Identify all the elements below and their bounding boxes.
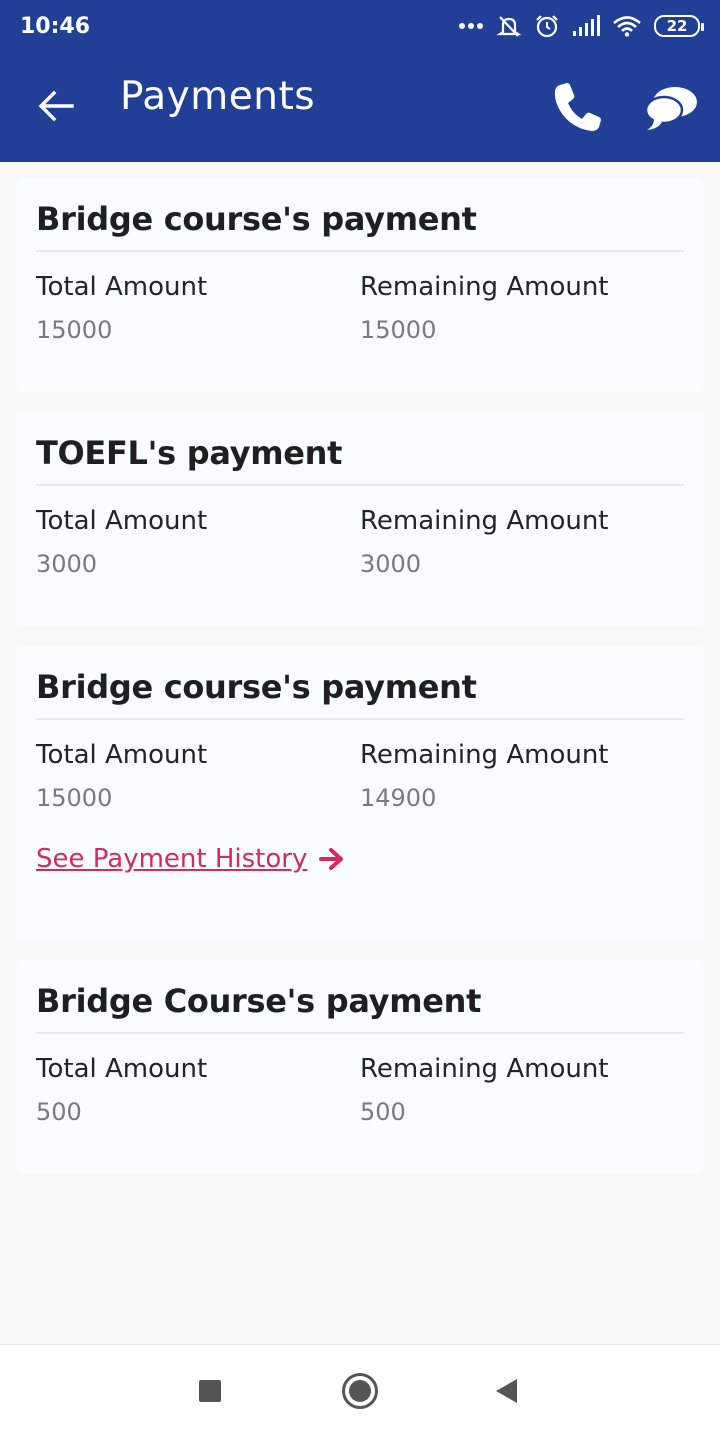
battery-icon: 22 [654, 15, 704, 37]
alarm-icon [536, 15, 558, 38]
chat-button[interactable] [644, 80, 700, 136]
total-amount-label: Total Amount [36, 1054, 208, 1084]
total-amount: Total Amount 15000 [36, 740, 360, 814]
amount-row: Total Amount 15000 Remaining Amount 1490… [36, 720, 684, 814]
remaining-amount-label: Remaining Amount [360, 1054, 609, 1084]
amount-row: Total Amount 3000 Remaining Amount 3000 [36, 486, 684, 580]
payment-card: Bridge course's payment Total Amount 150… [16, 646, 704, 940]
app-bar: 10:46 22 Payments [0, 0, 720, 162]
total-amount-label: Total Amount [36, 740, 208, 770]
see-payment-history-link[interactable]: See Payment History [36, 844, 345, 874]
amount-row: Total Amount 500 Remaining Amount 500 [36, 1034, 684, 1128]
remaining-amount-label: Remaining Amount [360, 272, 609, 302]
more-dots-icon [459, 23, 483, 29]
total-amount-value: 15000 [36, 316, 113, 344]
wifi-icon [613, 16, 641, 37]
page-title: Payments [120, 74, 316, 119]
payment-card: TOEFL's payment Total Amount 3000 Remain… [16, 412, 704, 626]
status-time: 10:46 [20, 13, 91, 39]
total-amount-value: 500 [36, 1098, 82, 1126]
recents-square-icon [199, 1380, 221, 1402]
status-bar: 10:46 22 [0, 0, 720, 52]
remaining-amount-label: Remaining Amount [360, 506, 609, 536]
remaining-amount: Remaining Amount 500 [360, 1054, 684, 1128]
total-amount-value: 3000 [36, 550, 98, 578]
recents-button[interactable] [190, 1371, 230, 1411]
home-button[interactable] [340, 1371, 380, 1411]
arrow-right-icon [319, 848, 344, 870]
payment-card: Bridge course's payment Total Amount 150… [16, 178, 704, 392]
call-button[interactable] [548, 80, 604, 136]
back-button[interactable] [36, 86, 76, 126]
signal-icon [573, 15, 600, 36]
mute-icon [496, 16, 522, 37]
system-nav-bar [0, 1344, 720, 1440]
remaining-amount: Remaining Amount 15000 [360, 272, 684, 346]
remaining-amount-value: 500 [360, 1098, 406, 1126]
total-amount-label: Total Amount [36, 272, 208, 302]
total-amount: Total Amount 15000 [36, 272, 360, 346]
payment-card: Bridge Course's payment Total Amount 500… [16, 960, 704, 1174]
payments-list: Bridge course's payment Total Amount 150… [16, 178, 704, 1194]
amount-row: Total Amount 15000 Remaining Amount 1500… [36, 252, 684, 346]
back-arrow-icon [38, 90, 74, 122]
see-payment-history-label: See Payment History [36, 844, 308, 874]
payment-title: Bridge course's payment [36, 668, 684, 720]
remaining-amount: Remaining Amount 14900 [360, 740, 684, 814]
chat-icon [644, 87, 697, 130]
home-circle-icon [342, 1373, 378, 1409]
payment-title: Bridge Course's payment [36, 982, 684, 1034]
toolbar: Payments [0, 52, 720, 162]
total-amount-label: Total Amount [36, 506, 208, 536]
payment-title: TOEFL's payment [36, 434, 684, 486]
status-icons: 22 [458, 13, 704, 39]
total-amount: Total Amount 3000 [36, 506, 360, 580]
total-amount: Total Amount 500 [36, 1054, 360, 1128]
nav-back-button[interactable] [486, 1371, 526, 1411]
remaining-amount: Remaining Amount 3000 [360, 506, 684, 580]
remaining-amount-label: Remaining Amount [360, 740, 609, 770]
total-amount-value: 15000 [36, 784, 113, 812]
remaining-amount-value: 15000 [360, 316, 437, 344]
remaining-amount-value: 14900 [360, 784, 437, 812]
payment-title: Bridge course's payment [36, 200, 684, 252]
remaining-amount-value: 3000 [360, 550, 422, 578]
battery-level: 22 [666, 17, 688, 35]
phone-icon [554, 83, 601, 131]
back-triangle-icon [496, 1379, 517, 1403]
